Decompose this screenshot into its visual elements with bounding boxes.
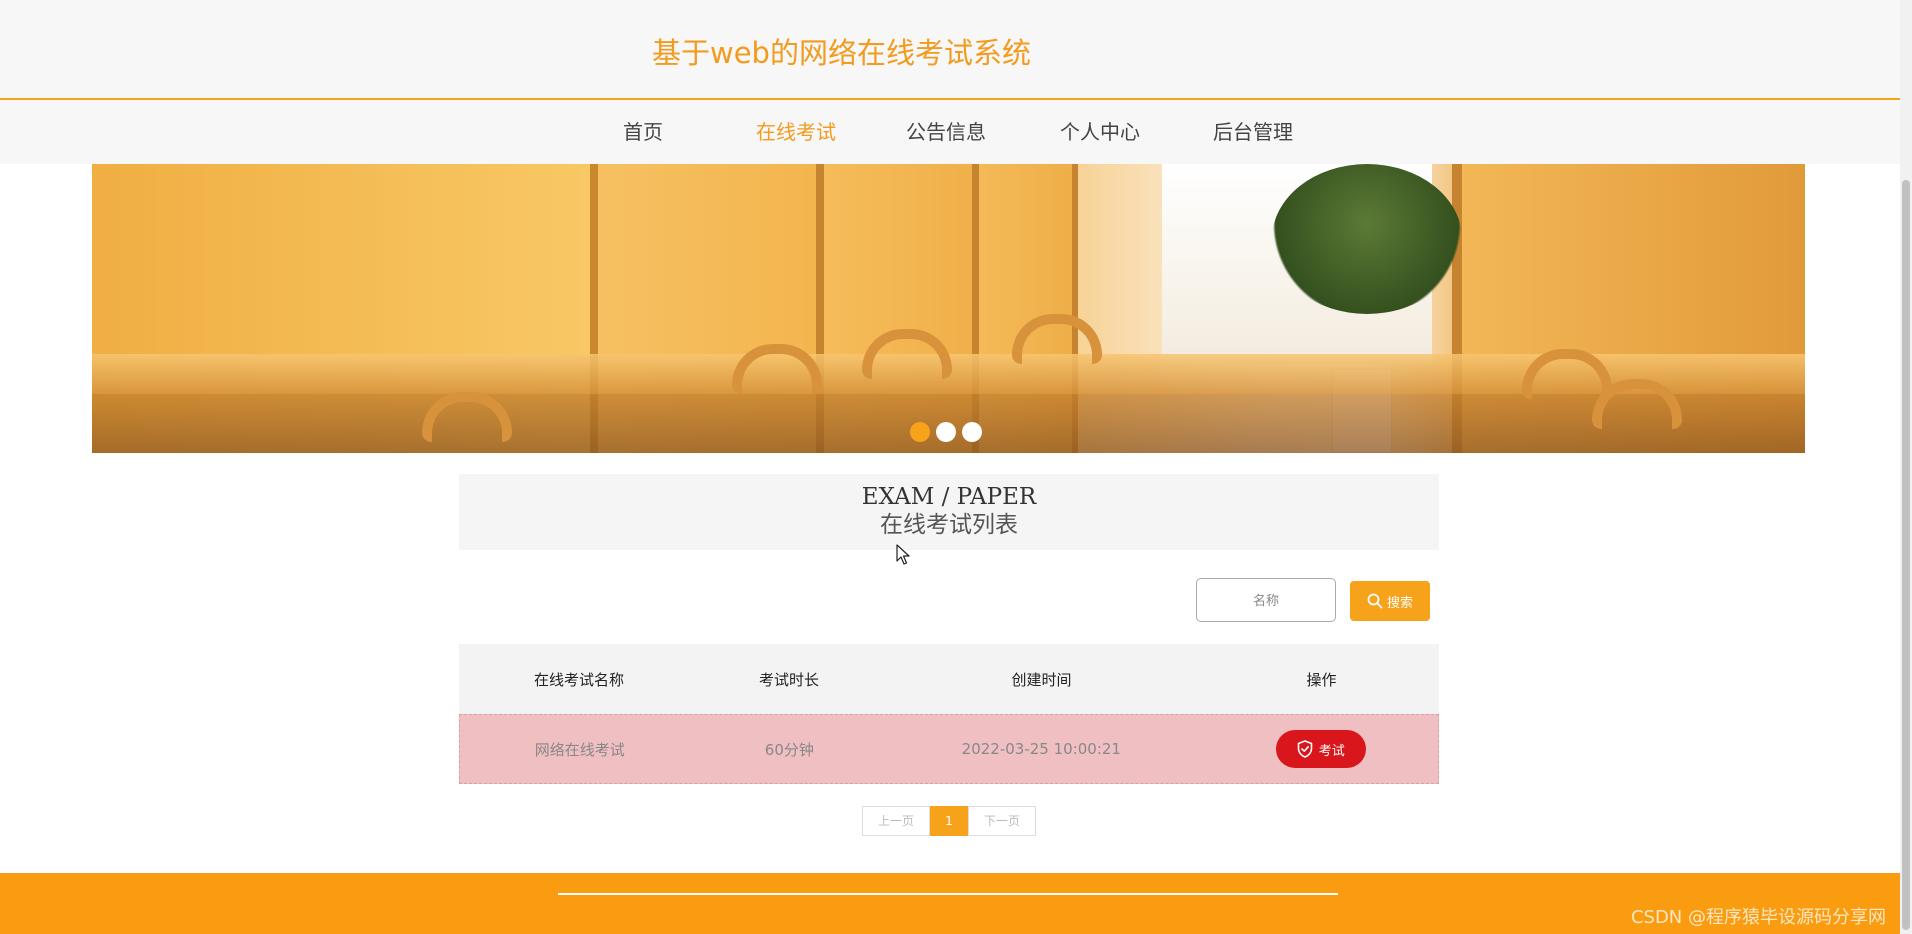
page-number-button[interactable]: 1 <box>930 806 968 836</box>
column-header-action: 操作 <box>1306 670 1337 689</box>
column-header-name: 在线考试名称 <box>533 670 624 689</box>
watermark: CSDN @程序猿毕设源码分享网 <box>1630 907 1886 928</box>
search-input[interactable] <box>1196 578 1336 622</box>
mouse-cursor-icon <box>896 544 910 565</box>
section-title-en: EXAM / PAPER <box>861 484 1037 510</box>
prev-page-button[interactable]: 上一页 <box>862 806 930 836</box>
site-title: 基于web的网络在线考试系统 <box>652 36 1031 70</box>
page: 基于web的网络在线考试系统 首页 在线考试 公告信息 个人中心 后台管理 EX… <box>0 0 1912 934</box>
nav-item-announcements[interactable]: 公告信息 <box>906 100 986 164</box>
take-exam-label: 考试 <box>1318 743 1345 759</box>
carousel-dot[interactable] <box>910 422 930 442</box>
table-header: 在线考试名称 考试时长 创建时间 操作 <box>459 644 1439 714</box>
nav-item-home[interactable]: 首页 <box>623 100 663 164</box>
exam-created-time: 2022-03-25 10:00:21 <box>961 740 1121 758</box>
header: 基于web的网络在线考试系统 <box>0 0 1900 100</box>
footer-divider <box>558 893 1338 895</box>
carousel-dots <box>910 422 982 446</box>
table-row[interactable]: 网络在线考试 60分钟 2022-03-25 10:00:21 考试 <box>459 714 1439 784</box>
scrollbar[interactable] <box>1900 0 1912 934</box>
section-title: EXAM / PAPER 在线考试列表 <box>459 474 1439 550</box>
carousel-dot[interactable] <box>936 422 956 442</box>
plant <box>1272 164 1462 314</box>
banner-carousel[interactable] <box>92 164 1805 453</box>
section-title-cn: 在线考试列表 <box>880 512 1018 538</box>
shield-check-icon <box>1297 740 1313 758</box>
take-exam-button[interactable]: 考试 <box>1275 730 1366 768</box>
exam-duration: 60分钟 <box>764 740 814 759</box>
main-nav: 首页 在线考试 公告信息 个人中心 后台管理 <box>0 100 1900 164</box>
column-header-duration: 考试时长 <box>758 670 819 689</box>
nav-item-online-exam[interactable]: 在线考试 <box>756 100 836 164</box>
nav-item-personal-center[interactable]: 个人中心 <box>1060 100 1140 164</box>
exam-name: 网络在线考试 <box>534 740 625 759</box>
search-button[interactable]: 搜索 <box>1350 581 1430 621</box>
exam-table: 在线考试名称 考试时长 创建时间 操作 网络在线考试 60分钟 2022-03-… <box>459 644 1439 784</box>
search-icon <box>1367 593 1383 609</box>
next-page-button[interactable]: 下一页 <box>968 806 1036 836</box>
nav-item-admin[interactable]: 后台管理 <box>1213 100 1293 164</box>
pagination: 上一页 1 下一页 <box>862 806 1036 836</box>
search-button-label: 搜索 <box>1386 595 1413 611</box>
carousel-dot[interactable] <box>962 422 982 442</box>
column-header-created: 创建时间 <box>1011 670 1072 689</box>
scrollbar-thumb[interactable] <box>1902 180 1910 930</box>
footer: CSDN @程序猿毕设源码分享网 <box>0 873 1900 934</box>
